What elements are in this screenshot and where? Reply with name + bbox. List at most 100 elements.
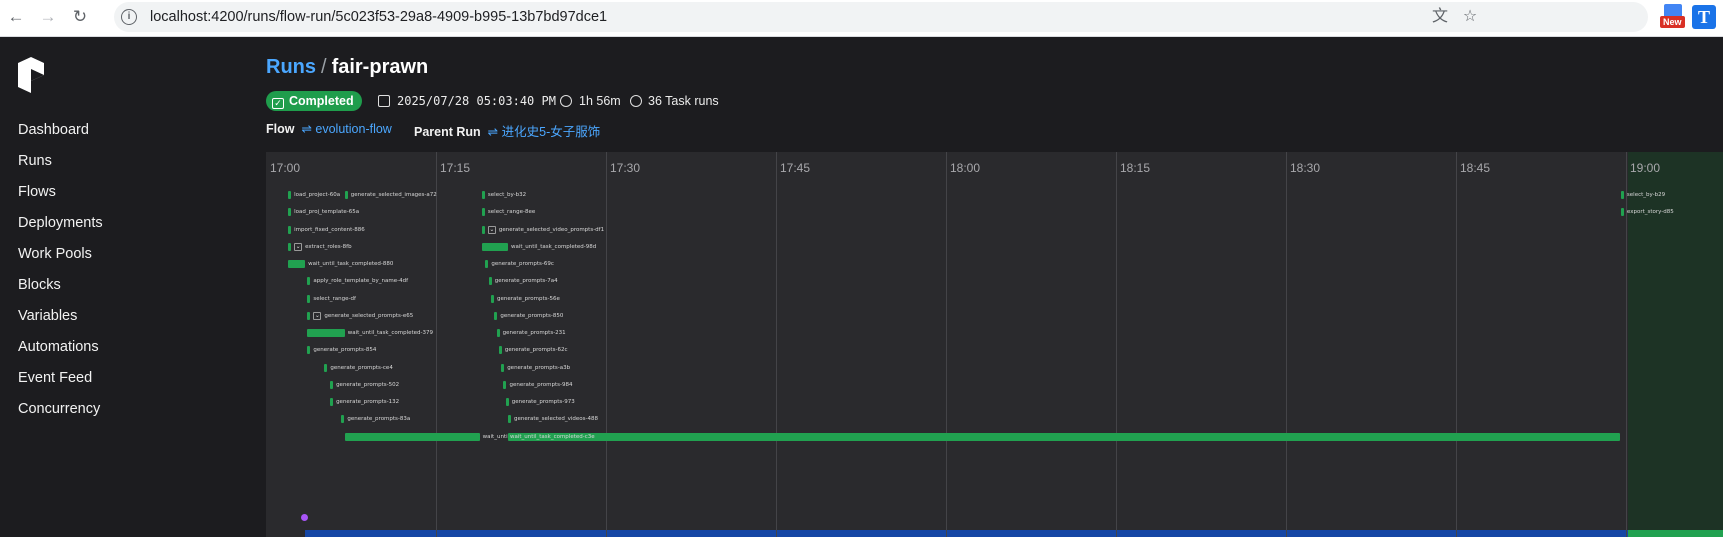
task-run-bar[interactable] (501, 363, 505, 372)
browser-toolbar: ← → ↻ i localhost:4200/runs/flow-run/5c0… (0, 0, 1723, 37)
time-axis-label: 17:00 (270, 161, 301, 175)
sidebar-item-dashboard[interactable]: Dashboard (18, 122, 89, 138)
task-run-label: load_proj_template-65a (294, 209, 360, 216)
translate-icon[interactable]: 文 (1430, 7, 1450, 27)
task-run-bar[interactable] (307, 277, 311, 286)
site-info-icon[interactable]: i (121, 9, 137, 25)
state-label: Completed (289, 94, 354, 108)
time-axis-label: 18:30 (1290, 161, 1321, 175)
sidebar-item-automations[interactable]: Automations (18, 339, 99, 355)
reload-icon[interactable]: ↻ (69, 6, 91, 28)
task-run-bar[interactable] (1620, 208, 1624, 217)
flow-label: Flow (266, 122, 295, 136)
task-run-bar[interactable] (330, 398, 334, 406)
task-run-bar[interactable] (1620, 191, 1624, 199)
task-run-bar[interactable] (508, 432, 1620, 441)
task-run-bar[interactable] (307, 294, 311, 303)
url-text[interactable]: localhost:4200/runs/flow-run/5c023f53-29… (150, 9, 607, 25)
flow-row: Flow ⇌ evolution-flow (266, 121, 392, 136)
task-run-label: generate_prompts-502 (336, 381, 400, 388)
flow-link[interactable]: ⇌ evolution-flow (298, 122, 391, 136)
task-run-bar[interactable] (288, 242, 292, 251)
flow-icon: ⇌ (487, 125, 499, 139)
sidebar-item-event-feed[interactable]: Event Feed (18, 370, 92, 386)
extension-t-icon[interactable]: T (1692, 5, 1716, 29)
task-run-bar[interactable] (288, 260, 306, 268)
task-run-label: wait_until_task_completed-98d (510, 243, 597, 250)
task-run-bar[interactable] (491, 294, 494, 303)
parent-run-name[interactable]: 进化史5-女子服饰 (502, 125, 601, 139)
sidebar-item-deployments[interactable]: Deployments (18, 215, 103, 231)
breadcrumb-separator: / (321, 56, 327, 78)
flow-icon: ⇌ (301, 122, 312, 136)
task-run-bar[interactable] (307, 311, 311, 320)
expand-chevron-icon[interactable]: ⌄ (487, 225, 496, 234)
breadcrumb: Runs / fair-prawn (266, 56, 428, 79)
gridline (946, 152, 947, 537)
back-icon[interactable]: ← (5, 6, 27, 28)
duration: 1h 56m (579, 94, 621, 108)
flow-name[interactable]: evolution-flow (315, 122, 391, 136)
task-run-bar[interactable] (485, 260, 489, 268)
task-run-bar[interactable] (288, 191, 292, 199)
task-run-label: generate_prompts-231 (502, 330, 566, 336)
flow-run-bar[interactable] (305, 530, 1628, 537)
sidebar-item-variables[interactable]: Variables (18, 308, 77, 324)
task-run-bar[interactable] (481, 225, 485, 234)
expand-chevron-icon[interactable]: ⌄ (294, 242, 303, 251)
task-run-label: generate_selected_videos-488 (514, 416, 599, 423)
now-marker (301, 514, 308, 521)
task-run-bar[interactable] (496, 329, 500, 337)
task-run-label: generate_prompts-69c (491, 261, 554, 267)
task-run-bar[interactable] (288, 208, 292, 217)
task-run-bar[interactable] (508, 415, 511, 424)
task-run-bar[interactable] (481, 191, 485, 199)
gridline (1116, 152, 1117, 537)
task-run-bar[interactable] (324, 363, 328, 372)
task-run-label: wait_until_task_completed-c3e (510, 433, 595, 440)
page-title: fair-prawn (331, 56, 429, 78)
expand-chevron-icon[interactable]: ⌄ (313, 311, 322, 320)
calendar-icon (378, 95, 390, 107)
sidebar-item-blocks[interactable]: Blocks (18, 277, 61, 293)
forward-icon[interactable]: → (37, 6, 59, 28)
start-time: 2025/07/28 05:03:40 PM (397, 94, 556, 108)
task-run-label: generate_prompts-973 (511, 399, 575, 405)
task-run-bar[interactable] (307, 329, 345, 337)
task-run-label: generate_selected_video_prompts-df1 (498, 226, 605, 233)
task-run-label: generate_prompts-83a (347, 416, 411, 423)
task-run-bar[interactable] (503, 380, 507, 389)
clock-icon (560, 95, 572, 107)
task-run-bar[interactable] (481, 208, 485, 217)
sidebar-item-flows[interactable]: Flows (18, 184, 56, 200)
flow-run-bar-active (1628, 530, 1723, 537)
timeline-graph[interactable]: 17:00 17:15 17:30 17:45 18:00 18:15 18:30 18:45… (266, 152, 1723, 537)
sidebar: Dashboard Runs Flows Deployments Work Po… (0, 37, 242, 537)
task-run-bar[interactable] (344, 191, 348, 199)
sidebar-item-work-pools[interactable]: Work Pools (18, 246, 92, 262)
task-run-bar[interactable] (330, 380, 334, 389)
task-run-label: generate_prompts-850 (500, 312, 564, 319)
task-run-bar[interactable] (498, 346, 502, 355)
task-run-bar[interactable] (307, 346, 311, 355)
task-run-bar[interactable] (481, 242, 508, 251)
parent-run-link[interactable]: ⇌ 进化史5-女子服饰 (484, 125, 601, 139)
task-run-bar[interactable] (344, 432, 480, 441)
task-run-bar[interactable] (488, 277, 492, 286)
prefect-logo-icon[interactable] (18, 57, 44, 93)
gridline (776, 152, 777, 537)
sidebar-item-concurrency[interactable]: Concurrency (18, 401, 100, 417)
task-run-bar[interactable] (288, 225, 292, 234)
task-run-bar[interactable] (341, 415, 345, 424)
gridline (1286, 152, 1287, 537)
task-run-bar[interactable] (505, 398, 509, 406)
task-run-label: select_range-8ee (487, 209, 536, 216)
task-run-bar[interactable] (494, 311, 498, 320)
sidebar-item-runs[interactable]: Runs (18, 153, 52, 169)
task-run-label: generate_prompts-984 (509, 381, 573, 388)
extension-new-icon[interactable]: New (1660, 4, 1686, 30)
address-bar[interactable]: i localhost:4200/runs/flow-run/5c023f53-… (114, 2, 1648, 32)
bookmark-star-icon[interactable]: ☆ (1460, 7, 1480, 27)
breadcrumb-runs-link[interactable]: Runs (266, 56, 316, 78)
task-run-label: select_by-b29 (1626, 192, 1666, 198)
